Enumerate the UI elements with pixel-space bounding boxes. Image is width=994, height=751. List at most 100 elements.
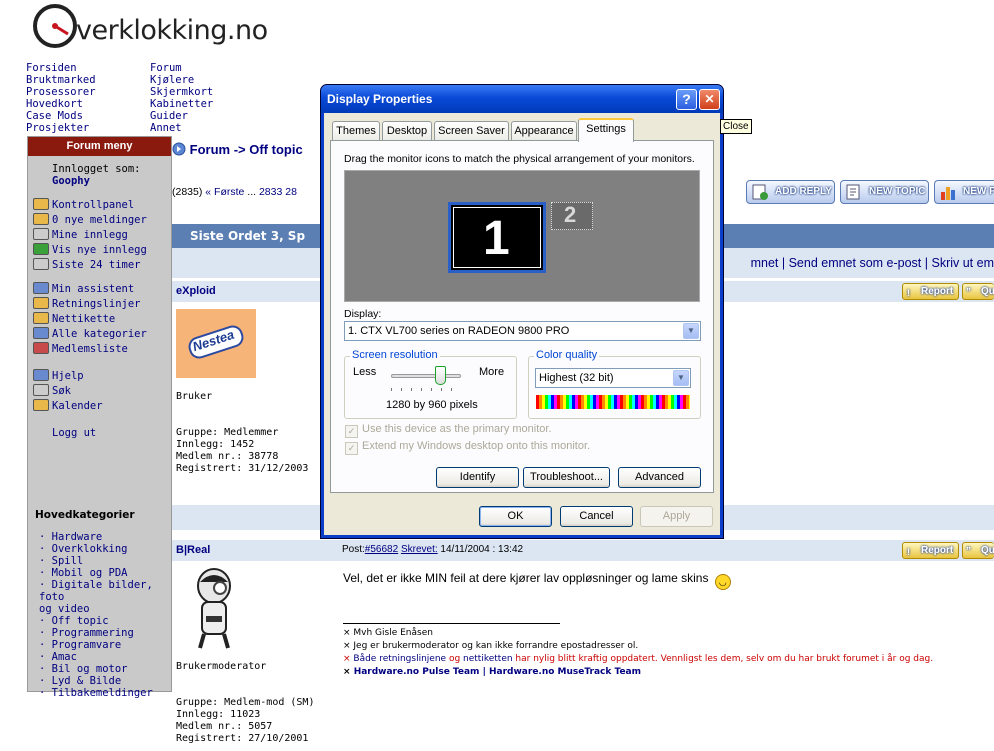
primary-monitor-checkbox[interactable]: ✓ Use this device as the primary monitor.	[345, 423, 552, 438]
logout-link[interactable]: Logg ut	[52, 426, 96, 441]
identify-button[interactable]: Identify	[436, 467, 519, 488]
sidebar-item-account-0[interactable]: Kontrollpanel	[33, 198, 147, 213]
folder-icon	[33, 213, 49, 225]
sidebar-item-tools-2[interactable]: Kalender	[33, 399, 103, 414]
top-link-b-5[interactable]: Annet	[150, 122, 213, 134]
people-icon	[33, 342, 49, 354]
post2-count: Innlegg: 11023	[176, 709, 261, 720]
sidebar-item-account-2[interactable]: Mine innlegg	[33, 228, 147, 243]
category-item-2[interactable]: · Spill	[39, 555, 171, 567]
monitor-1[interactable]: 1	[448, 202, 546, 273]
top-link-a-0[interactable]: Forsiden	[26, 62, 96, 74]
page-link[interactable]: 2833	[259, 186, 282, 198]
thread-options[interactable]: mnet | Send emnet som e-post | Skriv ut …	[751, 256, 994, 270]
cancel-button[interactable]: Cancel	[560, 506, 633, 527]
monitor-2[interactable]: 2	[551, 202, 593, 230]
post2-member-no: Medlem nr.: 5057	[176, 721, 273, 732]
post2-id-link[interactable]: #56682	[365, 544, 398, 555]
category-item-12[interactable]: · Tilbakemeldinger	[39, 687, 171, 699]
close-button[interactable]: ✕	[699, 89, 720, 110]
category-item-10[interactable]: · Bil og motor	[39, 663, 171, 675]
post2-quote-button[interactable]: ” Qu	[962, 542, 994, 559]
sig-netiquette-link[interactable]: nettiketten	[463, 654, 513, 664]
sidebar-item-info-3[interactable]: Alle kategorier	[33, 327, 147, 342]
advanced-button[interactable]: Advanced	[618, 467, 701, 488]
quote-icon: ”	[966, 546, 971, 557]
first-page-link[interactable]: « Første	[205, 186, 244, 198]
dialog-title: Display Properties	[321, 85, 723, 113]
help-button[interactable]: ?	[676, 89, 697, 110]
sig-pulse-link[interactable]: Hardware.no Pulse Team	[354, 667, 480, 677]
signature: × Mvh Gisle Enåsen × Jeg er brukermodera…	[343, 627, 933, 679]
category-item-6[interactable]: · Off topic	[39, 615, 171, 627]
site-logo[interactable]: verklokking.no	[32, 3, 268, 49]
tab-appearance[interactable]: Appearance	[511, 121, 577, 141]
post2-report-button[interactable]: ! Report	[902, 542, 959, 559]
category-item-5[interactable]: og video	[39, 603, 171, 615]
post1-author[interactable]: eXploid	[176, 285, 216, 297]
sidebar-item-tools-1[interactable]: Søk	[33, 384, 103, 399]
sidebar-item-info-0[interactable]: Min assistent	[33, 282, 147, 297]
ok-button[interactable]: OK	[479, 506, 552, 527]
sidebar-item-account-4[interactable]: Siste 24 timer	[33, 258, 147, 273]
resolution-slider-thumb[interactable]	[435, 366, 446, 385]
sig-musetrack-link[interactable]: Hardware.no MuseTrack Team	[489, 667, 641, 677]
top-link-a-5[interactable]: Prosjekter	[26, 122, 96, 134]
top-link-b-4[interactable]: Guider	[150, 110, 213, 122]
extend-desktop-checkbox[interactable]: ✓ Extend my Windows desktop onto this mon…	[345, 440, 590, 455]
sig-guidelines-link[interactable]: Både retningslinjene	[353, 654, 446, 664]
apply-button[interactable]: Apply	[640, 506, 713, 527]
search-icon	[33, 228, 49, 240]
troubleshoot-button[interactable]: Troubleshoot...	[523, 467, 610, 488]
smiley-icon: ◡	[714, 574, 731, 590]
color-spectrum-bar	[536, 395, 690, 409]
post2-written-link[interactable]: Skrevet:	[401, 544, 438, 555]
category-item-1[interactable]: · Overklokking	[39, 543, 171, 555]
top-link-a-3[interactable]: Hovedkort	[26, 98, 96, 110]
category-item-7[interactable]: · Programmering	[39, 627, 171, 639]
tab-settings[interactable]: Settings	[578, 118, 634, 142]
category-item-4[interactable]: · Digitale bilder, foto	[39, 579, 171, 603]
sidebar-item-info-1[interactable]: Retningslinjer	[33, 297, 147, 312]
tab-desktop[interactable]: Desktop	[382, 121, 432, 141]
folder-icon	[33, 399, 49, 411]
top-link-b-2[interactable]: Skjermkort	[150, 86, 213, 98]
sidebar-group-account: Kontrollpanel 0 nye meldinger Mine innlegg…	[33, 198, 147, 273]
top-link-b-1[interactable]: Kjølere	[150, 74, 213, 86]
sidebar-item-tools-0[interactable]: Hjelp	[33, 369, 103, 384]
post1-quote-button[interactable]: ” Qu	[962, 283, 994, 300]
breadcrumb-forum[interactable]: Forum	[190, 142, 230, 157]
display-select[interactable]: 1. CTX VL700 series on RADEON 9800 PRO ▼	[344, 321, 701, 341]
post1-avatar: Nestea	[176, 309, 256, 378]
color-quality-select[interactable]: Highest (32 bit) ▼	[535, 368, 691, 388]
page-link-2[interactable]: 28	[285, 186, 297, 198]
category-item-3[interactable]: · Mobil og PDA	[39, 567, 171, 579]
new-poll-button[interactable]: NEW P	[934, 180, 994, 204]
chevron-down-icon: ▼	[683, 323, 699, 339]
post1-count: Innlegg: 1452	[176, 439, 255, 450]
tab-themes[interactable]: Themes	[332, 121, 380, 141]
category-item-9[interactable]: · Amac	[39, 651, 171, 663]
help-icon	[33, 369, 49, 381]
new-topic-button[interactable]: NEW TOPIC	[840, 180, 929, 204]
category-item-8[interactable]: · Programvare	[39, 639, 171, 651]
breadcrumb-section[interactable]: Off topic	[249, 142, 302, 157]
category-item-0[interactable]: · Hardware	[39, 531, 171, 543]
sidebar-item-account-3[interactable]: Vis nye innlegg	[33, 243, 147, 258]
top-link-b-0[interactable]: Forum	[150, 62, 213, 74]
display-label: Display:	[344, 308, 382, 320]
top-link-b-3[interactable]: Kabinetter	[150, 98, 213, 110]
sidebar-item-info-4[interactable]: Medlemsliste	[33, 342, 147, 357]
username[interactable]: Goophy	[52, 175, 90, 187]
top-link-a-2[interactable]: Prosessorer	[26, 86, 96, 98]
resolution-slider-track[interactable]	[391, 374, 461, 378]
post1-report-button[interactable]: ! Report	[902, 283, 959, 300]
sidebar-item-info-2[interactable]: Nettikette	[33, 312, 147, 327]
top-link-a-1[interactable]: Bruktmarked	[26, 74, 96, 86]
sidebar-item-account-1[interactable]: 0 nye meldinger	[33, 213, 147, 228]
tab-screen-saver[interactable]: Screen Saver	[434, 121, 509, 141]
category-item-11[interactable]: · Lyd & Bilde	[39, 675, 171, 687]
add-reply-button[interactable]: ADD REPLY	[746, 180, 835, 204]
top-link-a-4[interactable]: Case Mods	[26, 110, 96, 122]
post2-author[interactable]: B|Real	[176, 544, 210, 556]
